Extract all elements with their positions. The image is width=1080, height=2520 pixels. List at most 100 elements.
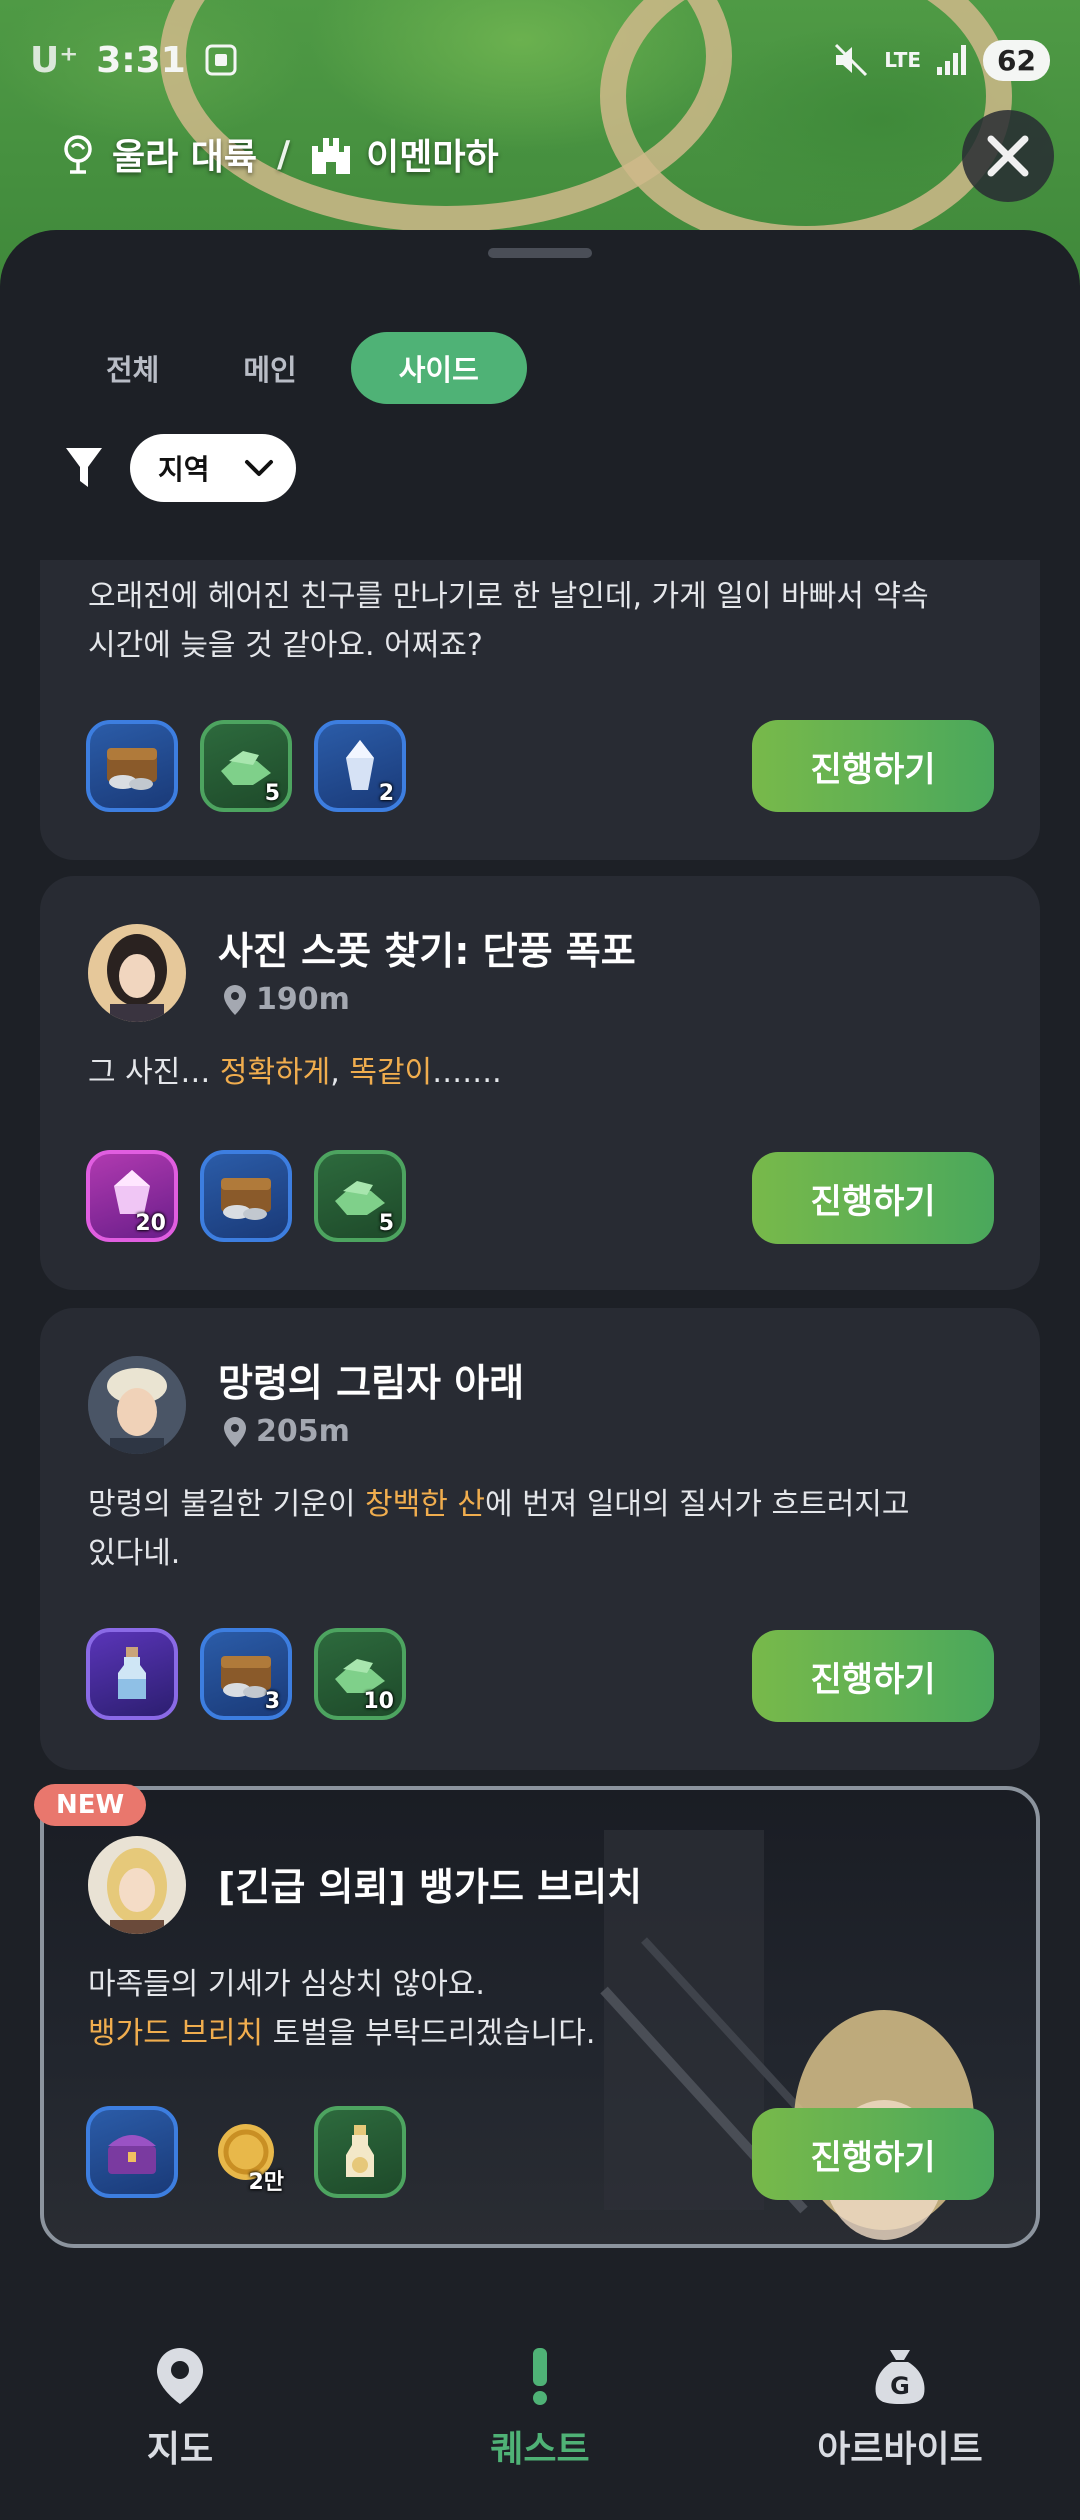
nav-map[interactable]: 지도 <box>30 2290 330 2520</box>
proceed-button[interactable]: 진행하기 <box>752 720 994 812</box>
breadcrumb-area[interactable]: 이멘마하 <box>366 128 498 180</box>
treasure-chest-icon[interactable]: 3 <box>200 1628 292 1720</box>
bottom-navigation: 지도 퀘스트 G 아르바이트 <box>0 2290 1080 2520</box>
desc-highlight: 뱅가드 브리치 <box>88 2016 264 2051</box>
castle-icon <box>312 138 351 174</box>
tab-all[interactable]: 전체 <box>76 332 189 404</box>
quest-description-line: 뱅가드 브리치 토벌을 부탁드리겠습니다. <box>88 2009 1008 2058</box>
desc-highlight: 창백한 산 <box>365 1487 485 1522</box>
proceed-button[interactable]: 진행하기 <box>752 2108 994 2200</box>
mute-icon <box>835 43 868 77</box>
filter-icon[interactable] <box>64 445 104 491</box>
sheet-drag-handle[interactable] <box>488 248 592 258</box>
quest-title: 망령의 그림자 아래 <box>218 1361 525 1405</box>
reward-list: 5 2 <box>86 720 406 812</box>
reward-list: 20 5 <box>86 1150 406 1242</box>
close-button[interactable] <box>962 110 1054 202</box>
quest-description-line: 오래전에 헤어진 친구를 만나기로 한 날인데, 가게 일이 바빠서 약속 <box>88 579 929 614</box>
distance-value: 190m <box>256 982 350 1017</box>
new-badge: NEW <box>34 1784 147 1826</box>
nav-map-label: 지도 <box>146 2429 214 2470</box>
location-pin-icon <box>224 1416 246 1447</box>
network-label: LTE <box>884 48 922 72</box>
nav-quest-label: 퀘스트 <box>490 2429 590 2470</box>
quest-distance: 205m <box>224 1414 350 1449</box>
treasure-chest-icon[interactable] <box>86 720 178 812</box>
nav-quest[interactable]: 퀘스트 <box>390 2290 690 2520</box>
ornate-chest-icon[interactable] <box>86 2106 178 2198</box>
quest-description-line: 있다네. <box>88 1536 181 1571</box>
reward-count: 20 <box>135 1211 166 1236</box>
crystal-shard-icon[interactable]: 2 <box>314 720 406 812</box>
breadcrumb: 울라 대륙 / 이멘마하 <box>58 128 499 180</box>
signal-icon <box>937 45 967 75</box>
desc-text: 그 사진… <box>88 1055 220 1090</box>
quest-distance: 190m <box>224 982 350 1017</box>
exclamation-icon <box>533 2348 547 2405</box>
quest-description: 망령의 불길한 기운이 창백한 산에 번져 일대의 질서가 흐트러지고 있다네. <box>88 1480 1008 1578</box>
treasure-chest-icon[interactable] <box>200 1150 292 1242</box>
desc-text: 토벌을 부탁드리겠습니다. <box>263 2016 596 2051</box>
desc-text: 망령의 불길한 기운이 <box>88 1487 366 1522</box>
close-icon <box>987 135 1029 177</box>
quest-card-urgent[interactable]: NEW [긴급 의뢰] 뱅가드 브리치 마족들의 기세가 심상치 않아요. 뱅가… <box>34 1784 1040 2248</box>
breadcrumb-region[interactable]: 울라 대륙 <box>112 128 257 180</box>
green-ore-icon[interactable]: 10 <box>314 1628 406 1720</box>
reward-count: 10 <box>363 1689 394 1714</box>
region-dropdown[interactable]: 지역 <box>130 434 296 502</box>
potion-bottle-icon[interactable] <box>86 1628 178 1720</box>
money-bag-icon: G <box>875 2350 925 2404</box>
gold-coin-icon[interactable]: 2만 <box>200 2106 292 2198</box>
chevron-down-icon <box>245 460 273 476</box>
desc-highlight: 정확하게 <box>219 1055 331 1090</box>
npc-avatar <box>88 1836 186 1934</box>
region-dropdown-label: 지역 <box>158 453 210 486</box>
desc-text: 에 번져 일대의 질서가 흐트러지고 <box>484 1487 910 1522</box>
quest-description-line: 마족들의 기세가 심상치 않아요. <box>88 1967 485 2002</box>
reward-count: 5 <box>264 781 280 806</box>
quest-description: 그 사진… 정확하게, 똑같이……. <box>88 1048 1008 1097</box>
proceed-button[interactable]: 진행하기 <box>752 1152 994 1244</box>
tab-main[interactable]: 메인 <box>213 332 326 404</box>
reward-count: 2 <box>378 781 394 806</box>
svg-text:G: G <box>890 2372 910 2400</box>
desc-text: ……. <box>432 1055 502 1090</box>
quest-card[interactable]: 사진 스폿 찾기: 단풍 폭포 190m 그 사진… 정확하게, 똑같이……. … <box>40 876 1040 1290</box>
desc-text: , <box>330 1055 350 1090</box>
reward-count: 3 <box>264 1689 280 1714</box>
nav-part-time[interactable]: G 아르바이트 <box>750 2290 1050 2520</box>
location-pin-icon <box>224 984 246 1015</box>
carrier-label: U⁺ <box>30 39 79 81</box>
quest-description: 오래전에 헤어진 친구를 만나기로 한 날인데, 가게 일이 바빠서 약속 시간… <box>88 572 1008 670</box>
quest-title: 사진 스폿 찾기: 단풍 폭포 <box>218 929 636 973</box>
globe-pin-icon[interactable] <box>58 133 98 175</box>
quest-description-line: 시간에 늦을 것 같아요. 어쩌죠? <box>88 628 483 663</box>
clock: 3:31 <box>96 39 186 81</box>
distance-value: 205m <box>256 1414 350 1449</box>
filter-row: 지역 <box>64 434 296 502</box>
map-pin-icon <box>157 2348 203 2404</box>
green-ore-icon[interactable]: 5 <box>314 1150 406 1242</box>
reward-count: 2만 <box>248 2170 284 2195</box>
battery-indicator: 62 <box>983 39 1050 81</box>
tab-side[interactable]: 사이드 <box>350 332 527 404</box>
quest-tabs: 전체 메인 사이드 <box>76 332 551 404</box>
quest-description: 마족들의 기세가 심상치 않아요. 뱅가드 브리치 토벌을 부탁드리겠습니다. <box>88 1960 1008 2058</box>
pink-crystal-icon[interactable]: 20 <box>86 1150 178 1242</box>
quest-description-line: 망령의 불길한 기운이 창백한 산에 번져 일대의 질서가 흐트러지고 <box>88 1480 1008 1529</box>
reward-list: 2만 <box>86 2106 406 2198</box>
nav-part-time-label: 아르바이트 <box>817 2429 983 2470</box>
quest-card[interactable]: 망령의 그림자 아래 205m 망령의 불길한 기운이 창백한 산에 번져 일대… <box>40 1308 1040 1770</box>
breadcrumb-separator: / <box>277 133 291 175</box>
screenshot-icon <box>205 44 237 76</box>
status-bar: U⁺ 3:31 LTE 62 <box>0 0 1080 120</box>
green-ore-icon[interactable]: 5 <box>200 720 292 812</box>
quest-card: 오래전에 헤어진 친구를 만나기로 한 날인데, 가게 일이 바빠서 약속 시간… <box>40 560 1040 860</box>
proceed-button[interactable]: 진행하기 <box>752 1630 994 1722</box>
npc-avatar <box>88 924 186 1022</box>
reward-list: 3 10 <box>86 1628 406 1720</box>
desc-highlight: 똑같이 <box>349 1055 433 1090</box>
elixir-flask-icon[interactable] <box>314 2106 406 2198</box>
quest-title: [긴급 의뢰] 뱅가드 브리치 <box>218 1865 643 1909</box>
reward-count: 5 <box>378 1211 394 1236</box>
